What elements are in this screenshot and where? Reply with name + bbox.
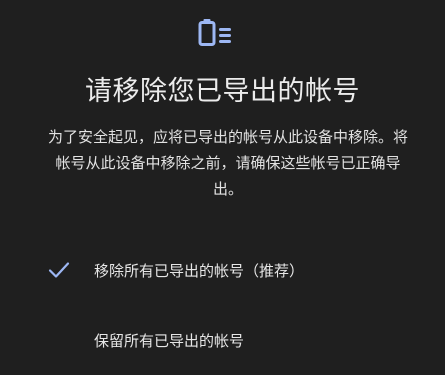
checkmark-icon: [48, 262, 70, 278]
option-label: 移除所有已导出的帐号（推荐）: [94, 261, 305, 280]
dialog-title: 请移除您已导出的帐号: [85, 76, 360, 107]
export-accounts-dialog: 请移除您已导出的帐号 为了安全起见，应将已导出的帐号从此设备中移除。将帐号从此设…: [0, 0, 445, 375]
option-label: 保留所有已导出的帐号: [94, 331, 245, 350]
dialog-description: 为了安全起见，应将已导出的帐号从此设备中移除。将帐号从此设备中移除之前，请确保这…: [48, 128, 409, 198]
check-slot: [0, 250, 94, 290]
option-remove-exported-accounts[interactable]: 移除所有已导出的帐号（推荐）: [0, 250, 445, 290]
device-list-icon: [198, 19, 231, 46]
option-keep-exported-accounts[interactable]: 保留所有已导出的帐号: [0, 320, 445, 360]
check-slot: [0, 320, 94, 360]
